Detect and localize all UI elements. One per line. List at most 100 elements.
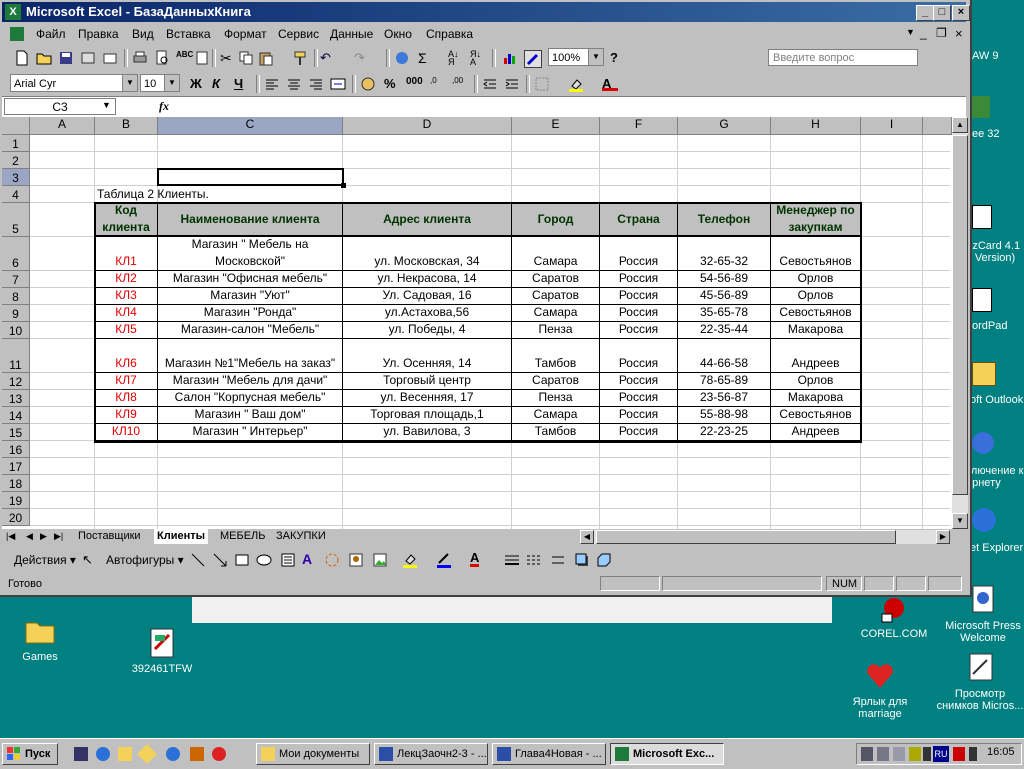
cut-icon[interactable]: ✂	[220, 50, 236, 66]
menu-help[interactable]: Справка	[426, 27, 473, 41]
table-cell[interactable]: Орлов	[771, 271, 861, 288]
client-code-cell[interactable]: КЛ1	[95, 237, 158, 271]
picture-icon[interactable]	[372, 552, 388, 571]
save-icon[interactable]	[58, 50, 74, 66]
table-cell[interactable]: 44-66-58	[678, 339, 771, 373]
scroll-h-thumb[interactable]	[596, 530, 896, 544]
merge-center-icon[interactable]	[330, 76, 346, 92]
table-cell[interactable]: Магазин "Офисная мебель"	[158, 271, 343, 288]
client-code-cell[interactable]: КЛ2	[95, 271, 158, 288]
taskbar-item-chapter[interactable]: Глава4Новая - ...	[492, 743, 606, 765]
percent-icon[interactable]: %	[384, 76, 400, 92]
table-cell[interactable]: 35-65-78	[678, 305, 771, 322]
select-all-corner[interactable]	[2, 117, 30, 135]
function-icon[interactable]: fx	[159, 99, 169, 114]
arrow-style-icon[interactable]	[550, 552, 566, 571]
row-header[interactable]: 8	[2, 288, 30, 305]
autosum-icon[interactable]: Σ	[418, 50, 434, 66]
line-color-icon[interactable]	[436, 551, 452, 572]
table-cell[interactable]: Россия	[600, 373, 678, 390]
row-header[interactable]: 11	[2, 339, 30, 373]
wordpad-icon[interactable]	[972, 288, 992, 312]
row-header[interactable]: 16	[2, 441, 30, 458]
textbox-icon[interactable]	[280, 552, 296, 571]
first-sheet-icon[interactable]: |◀	[6, 531, 15, 542]
column-header-a[interactable]: A	[30, 117, 95, 135]
client-code-cell[interactable]: КЛ3	[95, 288, 158, 305]
table-cell[interactable]: Россия	[600, 407, 678, 424]
desktop-icon-viewer[interactable]: Просмотр снимков Micros...	[935, 652, 1024, 712]
column-header-cell[interactable]: Менеджер по закупкам	[771, 203, 861, 237]
table-cell[interactable]: Торговый центр	[343, 373, 512, 390]
column-header-cell[interactable]: Страна	[600, 203, 678, 237]
desktop-icon-corel[interactable]: COREL.COM	[849, 592, 939, 640]
table-cell[interactable]: Россия	[600, 271, 678, 288]
row-header[interactable]: 1	[2, 135, 30, 152]
client-code-cell[interactable]: КЛ10	[95, 424, 158, 441]
spelling-icon[interactable]: ABC	[176, 50, 193, 66]
table-cell[interactable]: Саратов	[512, 288, 600, 305]
table-cell[interactable]: Тамбов	[512, 424, 600, 441]
table-cell[interactable]: ул. Московская, 34	[343, 237, 512, 271]
maximize-button[interactable]: □	[933, 5, 951, 21]
table-cell[interactable]: Севостьянов	[771, 407, 861, 424]
language-indicator[interactable]: RU	[933, 746, 949, 762]
table-cell[interactable]: Ул. Осенняя, 14	[343, 339, 512, 373]
minimize-button[interactable]: _	[916, 5, 934, 21]
fill-handle[interactable]	[341, 183, 346, 188]
column-header-f[interactable]: F	[600, 117, 678, 135]
client-code-cell[interactable]: КЛ4	[95, 305, 158, 322]
formula-input[interactable]	[180, 98, 960, 115]
internet-explorer-icon[interactable]	[972, 508, 996, 532]
copy-icon[interactable]	[238, 50, 254, 66]
quicklaunch-media-icon[interactable]	[212, 747, 226, 761]
table-cell[interactable]: Магазин " Интерьер"	[158, 424, 343, 441]
font-color-icon[interactable]: A	[470, 550, 480, 567]
row-header[interactable]: 6	[2, 237, 30, 271]
dash-style-icon[interactable]	[526, 552, 542, 571]
print-preview-icon[interactable]	[154, 50, 170, 66]
table-cell[interactable]: Россия	[600, 390, 678, 407]
line-icon[interactable]	[190, 552, 206, 571]
quicklaunch-ie-icon[interactable]	[96, 747, 110, 761]
tray-icon[interactable]	[861, 747, 873, 761]
table-cell[interactable]: Торговая площадь,1	[343, 407, 512, 424]
name-box-dropdown-icon[interactable]: ▼	[102, 100, 111, 110]
sort-ascending-icon[interactable]: А↓ Я	[448, 50, 464, 67]
connect-icon[interactable]	[972, 432, 994, 454]
table-cell[interactable]: Магазин №1"Мебель на заказ"	[158, 339, 343, 373]
table-cell[interactable]: Салон "Корпусная мебель"	[158, 390, 343, 407]
column-header-h[interactable]: H	[771, 117, 861, 135]
underline-button[interactable]: Ч	[234, 76, 250, 92]
column-header-d[interactable]: D	[343, 117, 512, 135]
client-code-cell[interactable]: КЛ5	[95, 322, 158, 339]
clipart-icon[interactable]	[348, 552, 364, 571]
scroll-up-button[interactable]: ▲	[952, 117, 968, 133]
name-box[interactable]: C3	[4, 98, 116, 115]
tab-suppliers[interactable]: Поставщики	[78, 529, 141, 544]
italic-button[interactable]: К	[212, 76, 228, 92]
doc-minimize-icon[interactable]: _	[920, 26, 927, 40]
clock[interactable]: 16:05	[987, 746, 1015, 758]
hyperlink-icon[interactable]	[394, 50, 410, 66]
scroll-right-button[interactable]: ▶	[936, 530, 950, 544]
taskbar-item-excel[interactable]: Microsoft Exc...	[610, 743, 724, 765]
workbook-icon[interactable]	[10, 27, 24, 41]
table-cell[interactable]: Макарова	[771, 390, 861, 407]
align-right-icon[interactable]	[308, 76, 324, 92]
app-icon[interactable]	[972, 96, 990, 118]
tab-clients[interactable]: Клиенты	[154, 529, 209, 544]
row-header[interactable]: 4	[2, 186, 30, 203]
scroll-down-button[interactable]: ▼	[952, 513, 968, 529]
tray-icon[interactable]	[893, 747, 905, 761]
title-bar[interactable]: X Microsoft Excel - БазаДанныхКнига _ □ …	[2, 2, 970, 22]
font-color-icon[interactable]: A	[602, 76, 618, 91]
client-code-cell[interactable]: КЛ6	[95, 339, 158, 373]
app-icon[interactable]	[972, 205, 992, 229]
row-header[interactable]: 14	[2, 407, 30, 424]
row-header[interactable]: 19	[2, 492, 30, 509]
drawing-icon[interactable]	[524, 50, 542, 68]
table-caption[interactable]: Таблица 2 Клиенты.	[97, 186, 397, 203]
table-cell[interactable]: Тамбов	[512, 339, 600, 373]
table-cell[interactable]: Магазин " Ваш дом"	[158, 407, 343, 424]
